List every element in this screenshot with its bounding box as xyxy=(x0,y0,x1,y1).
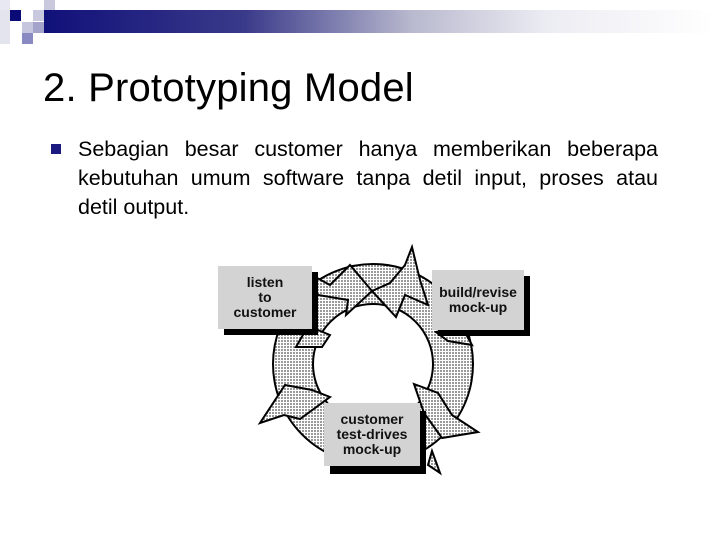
box-line: mock-up xyxy=(342,441,402,457)
deco-square xyxy=(10,10,21,21)
box-line: listen xyxy=(246,274,284,290)
box-line: customer xyxy=(340,411,404,427)
box-line: to xyxy=(258,289,272,305)
box-line: test-drives xyxy=(336,426,408,442)
title-gradient-bar xyxy=(44,10,714,33)
deco-square xyxy=(0,10,10,44)
box-line: build/revise xyxy=(439,284,517,300)
deco-square xyxy=(0,0,10,10)
deco-square xyxy=(33,10,44,21)
listen-to-customer-box: listen to customer xyxy=(218,266,312,329)
deco-square xyxy=(22,22,33,33)
slide-title: 2. Prototyping Model xyxy=(43,66,414,110)
prototyping-cycle-diagram: listen to customer build/revise mock-up … xyxy=(200,235,550,495)
bullet-text: Sebagian besar customer hanya memberikan… xyxy=(78,137,658,219)
box-line: customer xyxy=(233,304,297,320)
box-line: mock-up xyxy=(448,299,508,315)
customer-test-drives-box: customer test-drives mock-up xyxy=(324,403,420,466)
build-revise-mockup-box: build/revise mock-up xyxy=(432,270,524,330)
deco-square xyxy=(22,33,33,44)
deco-square xyxy=(33,22,44,33)
arrow-head-icon xyxy=(426,447,442,476)
square-bullet-icon xyxy=(51,144,61,154)
